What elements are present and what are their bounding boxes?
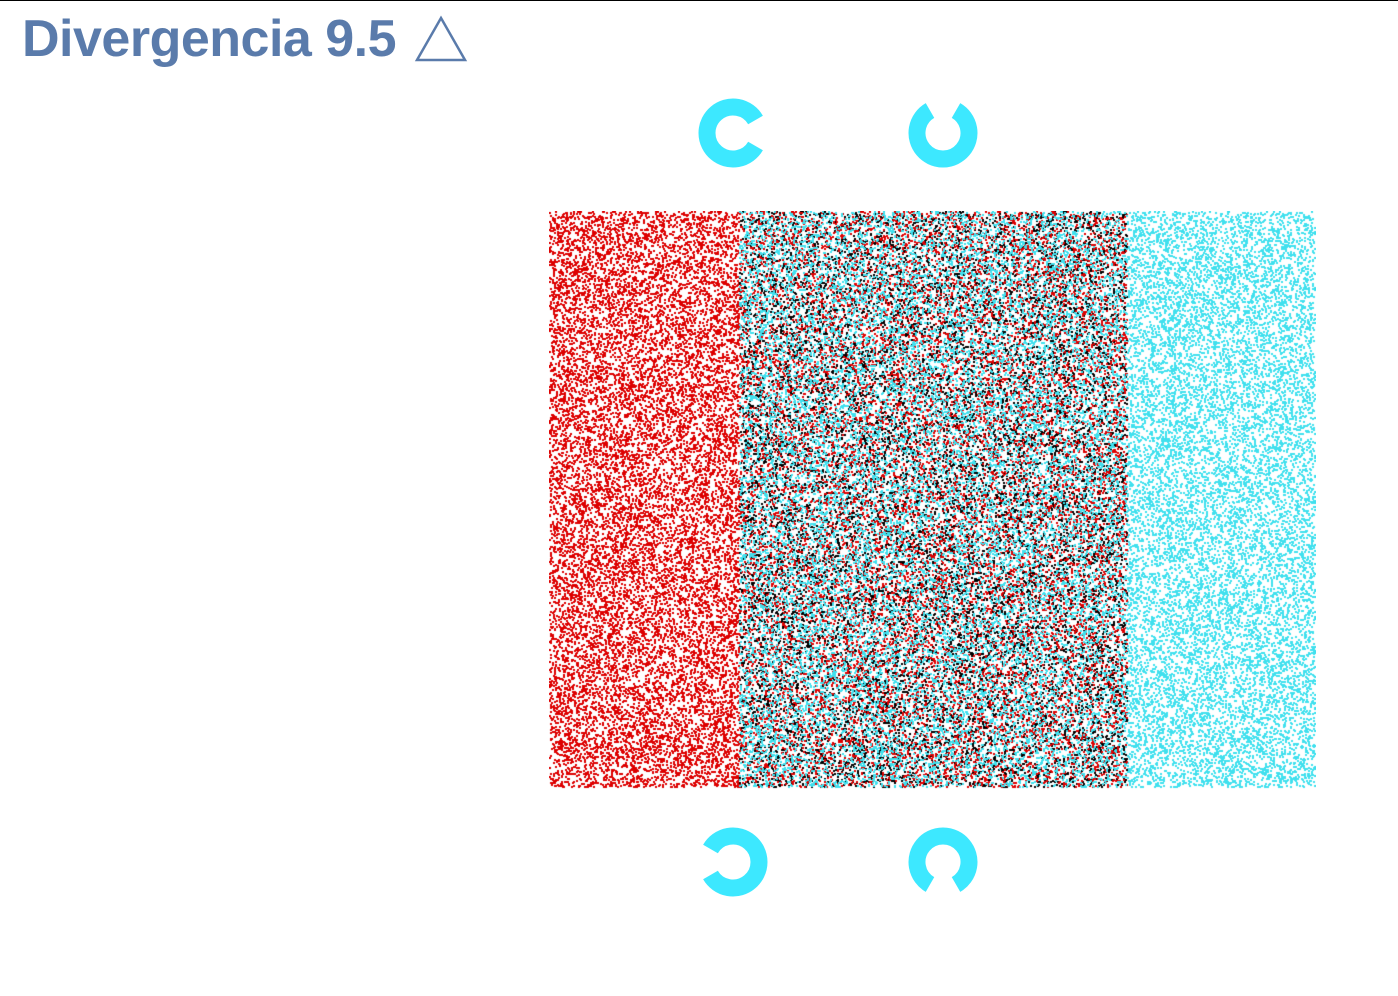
ring-bottom-gap-icon — [908, 827, 978, 892]
landolt-ring-top-left[interactable] — [698, 98, 768, 168]
landolt-ring-top-right[interactable] — [908, 98, 978, 168]
ring-left-gap-icon — [703, 827, 768, 897]
landolt-ring-bottom-right[interactable] — [908, 827, 978, 897]
page-title: Divergencia 9.5 — [22, 10, 397, 68]
top-border-line — [0, 0, 1398, 1]
ring-top-gap-icon — [908, 103, 978, 168]
triangle-outline-icon[interactable] — [414, 15, 468, 63]
header: Divergencia 9.5 — [22, 6, 468, 72]
ring-right-gap-icon — [698, 98, 763, 168]
landolt-ring-bottom-left[interactable] — [698, 827, 768, 897]
random-dot-stereogram — [549, 211, 1316, 789]
